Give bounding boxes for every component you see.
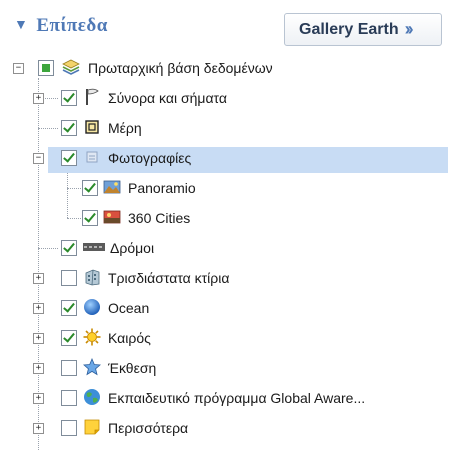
root-checkbox[interactable] xyxy=(38,60,54,76)
expand-toggle[interactable]: + xyxy=(33,423,44,434)
layers-title-toggle[interactable]: ▼ Επίπεδα xyxy=(14,15,108,37)
tree-line xyxy=(67,188,81,189)
flag-icon xyxy=(86,88,99,105)
tree-row-panoramio: Panoramio xyxy=(0,175,453,205)
collapse-triangle-icon[interactable]: ▼ xyxy=(14,18,28,34)
expand-toggle[interactable]: + xyxy=(33,273,44,284)
weather-label: Καιρός xyxy=(108,330,151,346)
tree-row-global-awareness: + Εκπαιδευτικό πρόγραμμα Global Aware... xyxy=(0,385,453,415)
360-cities-photo-icon xyxy=(103,210,121,224)
tree-row-photos: − Φωτογραφίες xyxy=(0,145,453,175)
tree-row-exhibition: + Έκθεση xyxy=(0,355,453,385)
3d-buildings-label: Τρισδιάστατα κτίρια xyxy=(108,270,230,286)
360-cities-label: 360 Cities xyxy=(128,210,191,226)
expand-toggle[interactable]: + xyxy=(33,333,44,344)
double-chevron-right-icon: ›› xyxy=(404,19,414,39)
expand-toggle[interactable]: + xyxy=(33,303,44,314)
building-icon xyxy=(85,269,100,286)
places-icon xyxy=(85,120,99,134)
places-checkbox[interactable] xyxy=(61,120,77,136)
panoramio-photo-icon xyxy=(103,180,121,194)
tree-row-ocean: + Ocean xyxy=(0,295,453,325)
places-label: Μέρη xyxy=(108,120,142,136)
tree-row-places: Μέρη xyxy=(0,115,453,145)
globe-icon xyxy=(84,389,100,405)
tree-line xyxy=(38,128,58,129)
global-awareness-label: Εκπαιδευτικό πρόγραμμα Global Aware... xyxy=(108,390,366,406)
layers-panel-header: ▼ Επίπεδα Gallery Earth ›› xyxy=(0,0,453,50)
more-label: Περισσότερα xyxy=(108,420,189,436)
360-cities-checkbox[interactable] xyxy=(82,210,98,226)
tree-row-360-cities: 360 Cities xyxy=(0,205,453,235)
collapse-toggle[interactable]: − xyxy=(13,63,24,74)
road-icon xyxy=(83,243,105,251)
expand-toggle[interactable]: + xyxy=(33,363,44,374)
tree-row-weather: + Καιρός xyxy=(0,325,453,355)
ocean-label: Ocean xyxy=(108,300,150,316)
root-label: Πρωταρχική βάση δεδομένων xyxy=(88,60,273,76)
collapse-toggle[interactable]: − xyxy=(33,153,44,164)
more-checkbox[interactable] xyxy=(61,420,77,436)
tree-row-roads: Δρόμοι xyxy=(0,235,453,265)
photos-label: Φωτογραφίες xyxy=(108,150,192,166)
panoramio-checkbox[interactable] xyxy=(82,180,98,196)
expand-toggle[interactable]: + xyxy=(33,393,44,404)
global-awareness-checkbox[interactable] xyxy=(61,390,77,406)
gallery-earth-label: Gallery Earth xyxy=(299,20,399,38)
tree-row-borders: + Σύνορα και σήματα xyxy=(0,85,453,115)
3d-buildings-checkbox[interactable] xyxy=(61,270,77,286)
exhibition-checkbox[interactable] xyxy=(61,360,77,376)
borders-checkbox[interactable] xyxy=(61,90,77,106)
layers-title: Επίπεδα xyxy=(36,15,108,36)
star-icon xyxy=(83,358,101,376)
tree-row-3d-buildings: + Τρισδιάστατα κτίρια xyxy=(0,265,453,295)
roads-checkbox[interactable] xyxy=(61,240,77,256)
expand-toggle[interactable]: + xyxy=(33,93,44,104)
folder-icon xyxy=(86,151,98,163)
database-layers-icon xyxy=(62,59,80,75)
note-icon xyxy=(84,419,100,435)
tree-row-root: − Πρωταρχική βάση δεδομένων xyxy=(0,55,453,85)
ocean-checkbox[interactable] xyxy=(61,300,77,316)
roads-label: Δρόμοι xyxy=(110,240,155,256)
ocean-globe-icon xyxy=(84,299,100,315)
weather-checkbox[interactable] xyxy=(61,330,77,346)
tree-line xyxy=(38,248,58,249)
gallery-earth-button[interactable]: Gallery Earth ›› xyxy=(284,13,442,46)
sun-icon xyxy=(83,328,101,346)
photos-checkbox[interactable] xyxy=(61,150,77,166)
tree-line xyxy=(67,218,81,219)
exhibition-label: Έκθεση xyxy=(108,360,157,376)
panoramio-label: Panoramio xyxy=(128,180,196,196)
tree-row-more: + Περισσότερα xyxy=(0,415,453,445)
borders-label: Σύνορα και σήματα xyxy=(108,90,227,106)
